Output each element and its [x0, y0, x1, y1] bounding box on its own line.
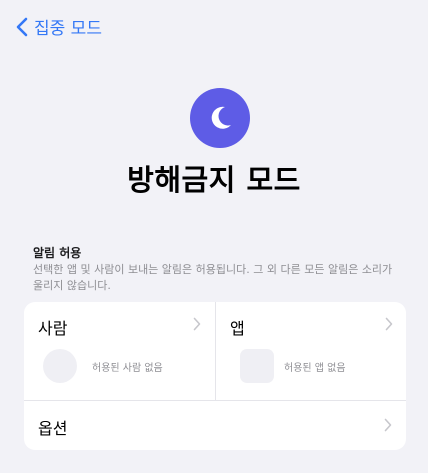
options-label: 옵션 [38, 419, 68, 438]
chevron-left-icon [16, 17, 28, 36]
focus-mode-icon [190, 88, 250, 148]
back-button[interactable]: 집중 모드 [16, 14, 102, 39]
section-header: 알림 허용 [33, 246, 82, 260]
options-row[interactable]: 옵션 [24, 401, 406, 450]
apps-cell[interactable]: 앱 허용된 앱 없음 [215, 302, 406, 400]
person-placeholder [43, 349, 77, 383]
page-title: 방해금지 모드 [127, 163, 301, 197]
people-cell[interactable]: 사람 허용된 사람 없음 [24, 302, 215, 400]
chevron-right-icon [193, 317, 201, 331]
app-placeholder [240, 349, 274, 383]
people-empty-text: 허용된 사람 없음 [92, 363, 163, 374]
moon-icon [211, 106, 231, 129]
apps-empty-text: 허용된 앱 없음 [284, 363, 346, 374]
apps-label: 앱 [230, 319, 245, 338]
section-description: 선택한 앱 및 사람이 보내는 알림은 허용됩니다. 그 외 다른 모든 알림은… [33, 263, 393, 292]
chevron-right-icon [385, 317, 393, 331]
allowed-notifications-card: 사람 허용된 사람 없음 앱 허용된 앱 없음 옵션 [24, 302, 406, 450]
people-label: 사람 [38, 319, 68, 338]
back-button-label: 집중 모드 [34, 19, 102, 39]
chevron-right-icon [384, 418, 392, 432]
